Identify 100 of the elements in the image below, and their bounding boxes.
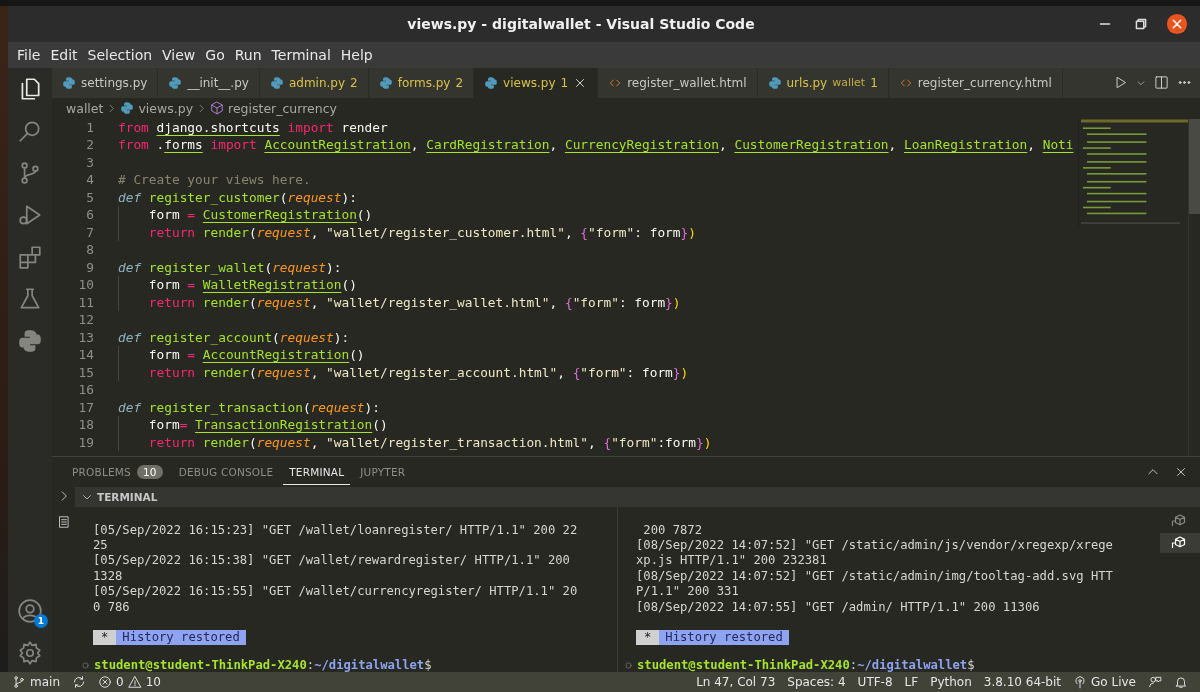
status-item[interactable]: Python — [924, 675, 978, 689]
code-icon — [608, 76, 623, 90]
window-title: views.py - digitalwallet - Visual Studio Code — [406, 16, 756, 32]
terminal-prompt: student@student-ThinkPad-X240:~/digitalwallet$ — [637, 658, 975, 672]
terminal-line: [05/Sep/2022 16:15:23] "GET /wallet/loanregister/ HTTP/1.1" 200 22 — [92, 522, 579, 539]
line-number: 19 — [77, 433, 94, 452]
status-item[interactable]: Ln 47, Col 73 — [690, 675, 782, 689]
section-header[interactable]: TERMINAL — [75, 486, 1200, 507]
line-number: 12 — [77, 311, 94, 329]
settings-icon[interactable] — [17, 640, 43, 666]
code-line: # Create your views here. — [118, 171, 312, 189]
code-line: return render(request, "wallet/register_customer.html", {"form": form}) — [118, 223, 1078, 242]
history-marker: * — [636, 630, 660, 645]
python-icon — [120, 101, 135, 116]
branch-indicator[interactable]: main — [6, 675, 66, 689]
status-item[interactable]: LF — [898, 675, 925, 689]
code-line: form= TransactionRegistration() — [118, 416, 1078, 434]
terminal-line: xp.js HTTP/1.1" 200 232381 — [635, 553, 828, 569]
panel-tab[interactable]: JUPYTER — [354, 458, 412, 485]
line-number: 6 — [85, 206, 94, 224]
line-number: 17 — [77, 398, 94, 417]
split-editor-icon[interactable] — [1154, 75, 1169, 91]
code-line: return render(request, "wallet/register_account.html", {"form": form}) — [118, 363, 1078, 382]
code-line: def register_customer(request): — [118, 188, 358, 207]
terminal-line: 0 786 — [92, 599, 131, 615]
terminal-line: [08/Sep/2022 14:07:52] "GET /static/admin/img/tooltag-add.svg HTT — [635, 568, 1114, 585]
feedback-icon[interactable] — [1148, 675, 1162, 689]
prompt-circle-icon — [81, 660, 90, 670]
history-marker: * — [93, 630, 117, 645]
line-number: 11 — [77, 293, 94, 312]
code-icon — [898, 76, 913, 90]
code-line: return render(request, "wallet/register_wallet.html", {"form": form}) — [118, 293, 1078, 312]
breadcrumb-item[interactable]: views.py — [120, 100, 194, 116]
code-line: return render(request, "wallet/register_transaction.html", {"form":form}) — [118, 433, 1078, 452]
status-item[interactable]: Spaces: 4 — [781, 675, 852, 689]
python-icon — [484, 76, 499, 90]
menu-item[interactable]: File — [12, 47, 46, 63]
python-icon — [168, 76, 183, 90]
menu-item[interactable]: Run — [229, 47, 267, 63]
line-number: 16 — [77, 381, 94, 399]
python-icon[interactable] — [17, 328, 43, 354]
bell-icon[interactable] — [1174, 675, 1188, 689]
terminal-line: 200 7872 — [642, 522, 704, 539]
sync-icon[interactable] — [72, 675, 86, 689]
line-number: 18 — [77, 416, 94, 434]
panel-tab[interactable]: PROBLEMS 10 — [66, 457, 169, 486]
cube-icon — [210, 101, 225, 116]
line-number: 1 — [85, 118, 94, 137]
menu-item[interactable]: Selection — [82, 47, 158, 63]
panel-tab[interactable]: TERMINAL — [283, 458, 351, 485]
python-icon — [62, 76, 76, 90]
history-label: History restored — [116, 630, 246, 645]
terminal-line: [08/Sep/2022 14:07:52] "GET /static/admin/js/vendor/xregexp/xrege — [635, 538, 1114, 554]
clipboard-icon[interactable] — [56, 514, 71, 529]
code-line: form = CustomerRegistration() — [118, 206, 1078, 224]
code-line: form = WalletRegistration() — [118, 276, 1078, 294]
status-item[interactable]: UTF-8 — [851, 675, 899, 689]
status-item[interactable]: 3.8.10 64-bit — [977, 675, 1068, 689]
code-line: from .forms import AccountRegistration, CardRegistration, CurrencyRegistration, CustomerRegistration, LoanRegistration, Noti — [118, 136, 1075, 154]
python-icon — [767, 76, 782, 90]
scrollbar-thumb[interactable] — [1189, 118, 1200, 214]
menu-item[interactable]: Terminal — [266, 47, 336, 63]
menu-item[interactable]: Go — [200, 47, 230, 63]
line-number: 5 — [85, 188, 94, 207]
terminal-line: [05/Sep/2022 16:15:38] "GET /wallet/rewardregister/ HTTP/1.1" 200 — [92, 553, 571, 569]
code-line: form = AccountRegistration() — [118, 346, 1078, 364]
close-icon[interactable] — [1166, 13, 1188, 35]
python-icon — [378, 76, 393, 90]
count-badge: 10 — [136, 464, 163, 479]
line-number: 7 — [85, 223, 94, 242]
breadcrumb-item[interactable]: wallet — [66, 100, 104, 116]
terminal-line: 25 — [92, 538, 109, 554]
code-line: from django.shortcuts import render — [118, 118, 389, 137]
extensions-icon[interactable] — [17, 244, 43, 270]
panel-tab[interactable]: DEBUG CONSOLE — [172, 458, 280, 485]
prompt-circle-icon — [624, 660, 633, 670]
line-number: 8 — [85, 241, 94, 259]
account-icon[interactable] — [17, 598, 43, 624]
line-number: 3 — [85, 153, 94, 172]
line-number: 9 — [85, 258, 94, 277]
line-number: 14 — [77, 346, 94, 364]
line-number: 10 — [77, 276, 94, 294]
editor-tab[interactable]: views.py 1 — [474, 68, 599, 98]
branch-icon — [12, 675, 26, 689]
code-line: def register_transaction(request): — [118, 398, 381, 417]
status-item[interactable]: Go Live — [1067, 675, 1142, 689]
line-number: 15 — [77, 363, 94, 382]
python-icon — [269, 76, 284, 90]
caret-icon[interactable] — [1136, 78, 1146, 88]
terminal-line: P/1.1" 200 331 — [635, 584, 740, 600]
section-title: TERMINAL — [97, 490, 158, 503]
menu-item[interactable]: View — [157, 47, 201, 63]
menu-item[interactable]: Help — [335, 47, 378, 63]
menu-item[interactable]: Edit — [45, 47, 83, 63]
breadcrumb-item[interactable]: register_currency — [210, 100, 337, 116]
notification-badge: 1 — [34, 614, 48, 628]
minimap-drawing[interactable] — [1078, 118, 1188, 229]
problems-indicator[interactable]: 0 10 — [92, 675, 167, 689]
history-label: History restored — [659, 630, 789, 645]
code-line: def register_account(request): — [118, 328, 351, 347]
